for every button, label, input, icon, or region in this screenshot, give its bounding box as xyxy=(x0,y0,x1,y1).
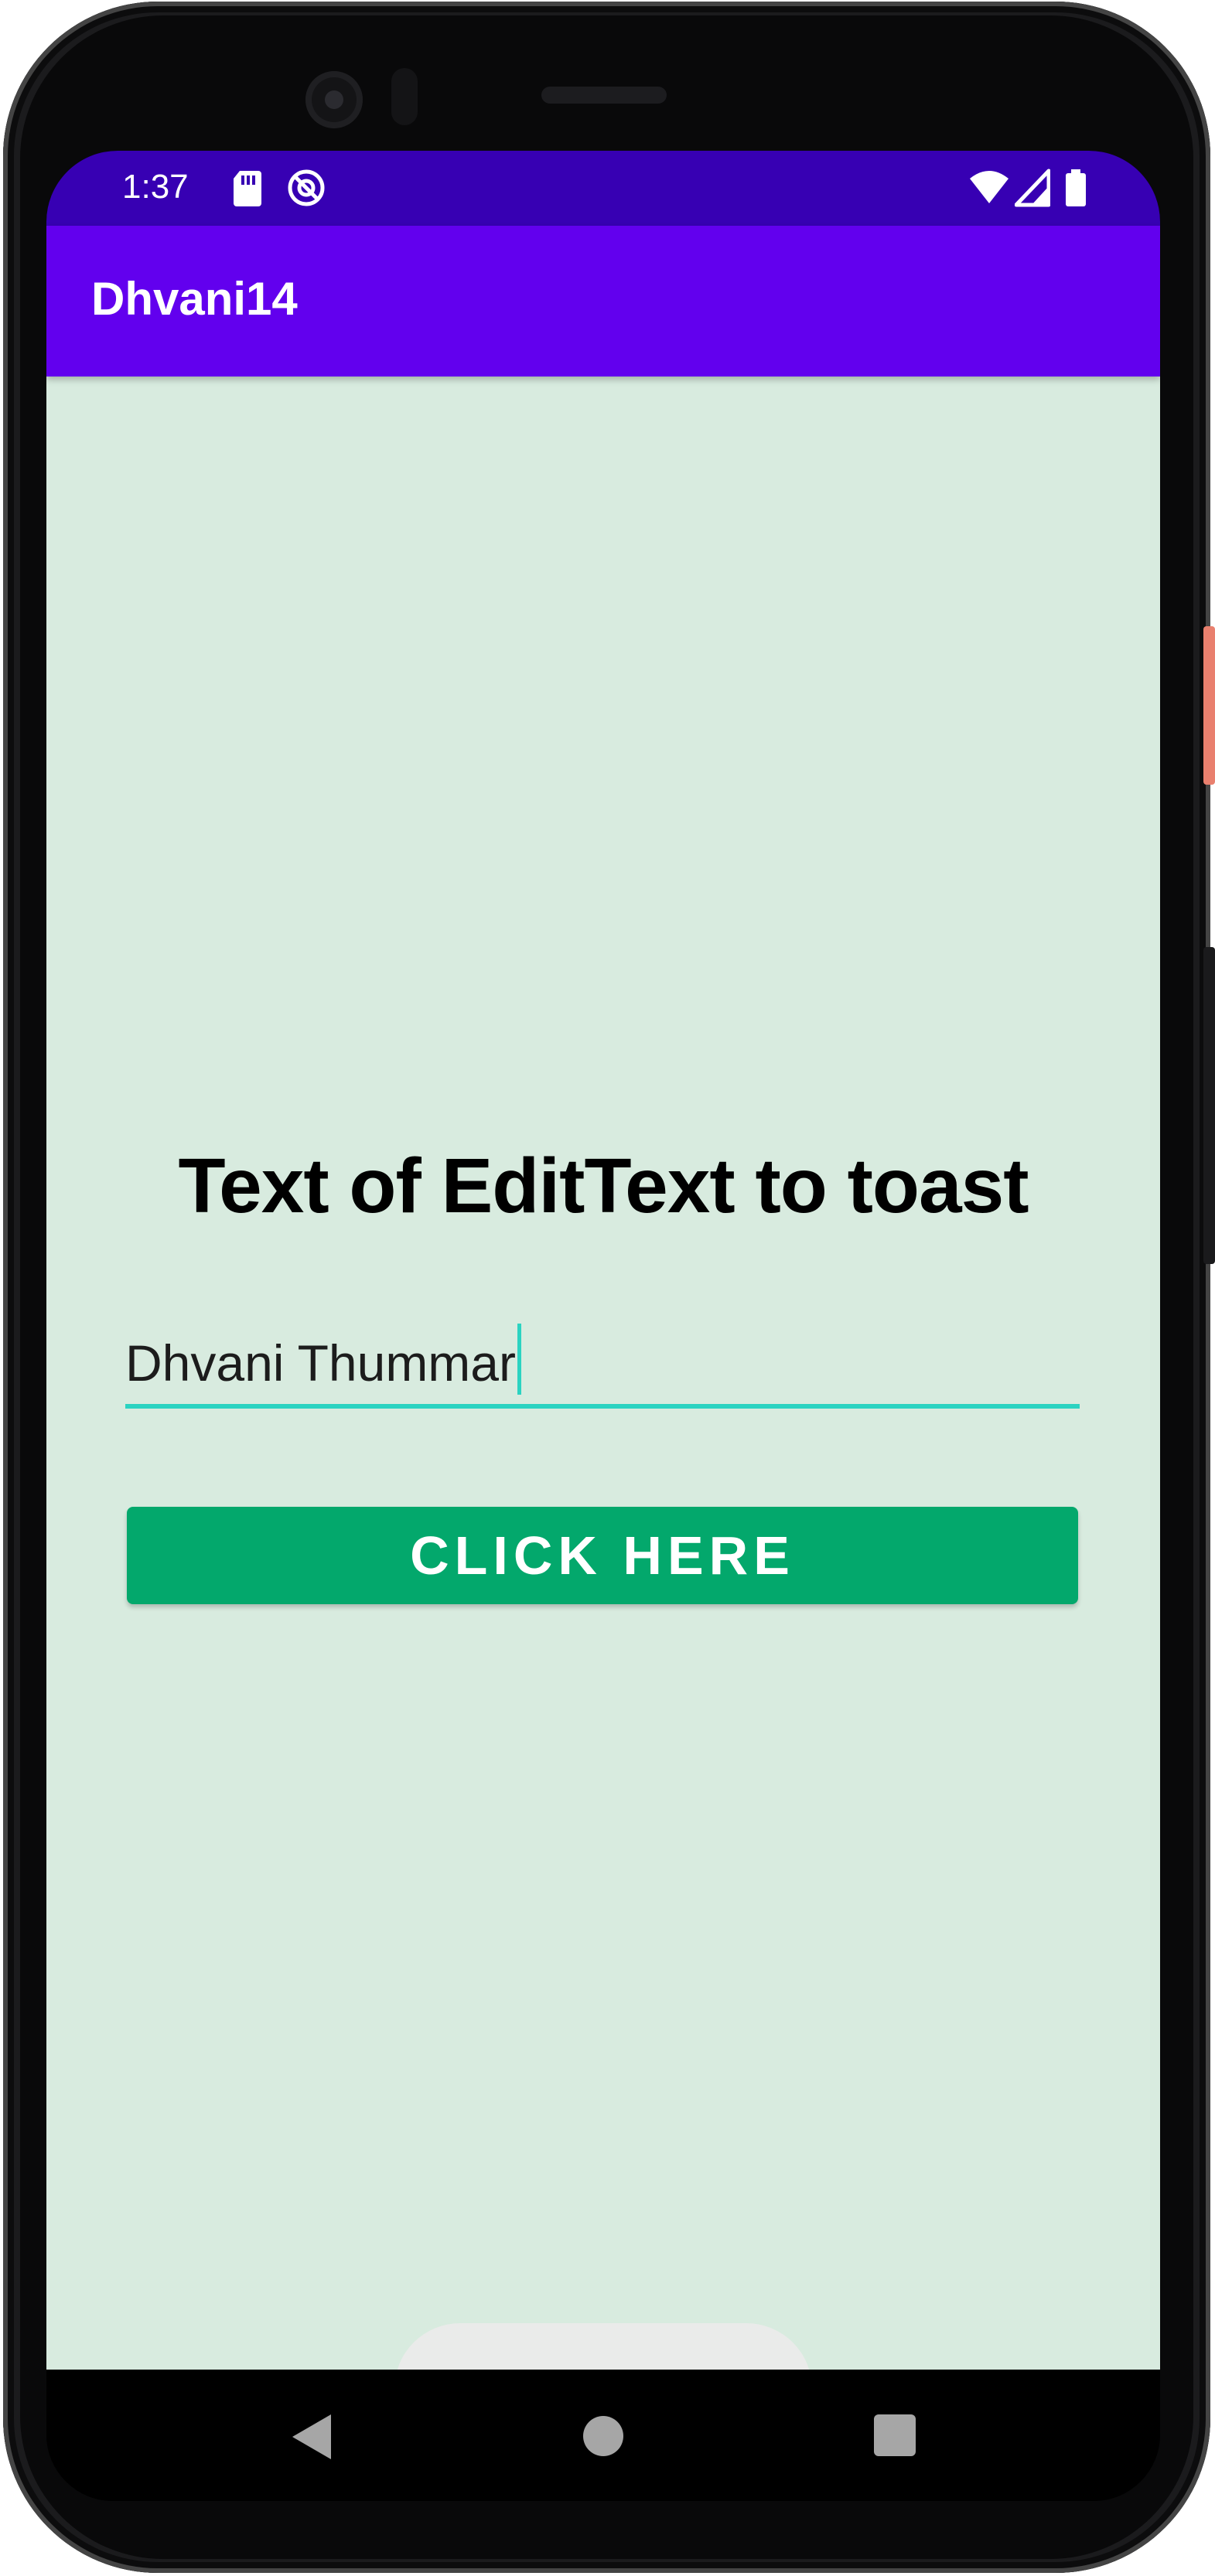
name-edit-text[interactable]: Dhvani Thummar xyxy=(125,1316,1080,1409)
sd-card-icon xyxy=(234,171,261,206)
battery-icon xyxy=(1066,169,1086,206)
proximity-sensor xyxy=(391,68,418,125)
status-bar: 1:37 xyxy=(46,151,1160,226)
app-title: Dhvani14 xyxy=(91,273,298,325)
main-content: Text of EditText to toast Dhvani Thummar… xyxy=(46,377,1160,2455)
home-icon[interactable] xyxy=(583,2416,623,2456)
navigation-bar xyxy=(46,2370,1160,2501)
cellular-signal-icon xyxy=(1015,169,1050,207)
edit-text-value[interactable]: Dhvani Thummar xyxy=(125,1324,521,1395)
app-bar: Dhvani14 xyxy=(46,226,1160,377)
page-heading: Text of EditText to toast xyxy=(178,1143,1029,1229)
back-icon[interactable] xyxy=(292,2414,331,2459)
at-sign-icon xyxy=(288,169,325,206)
recents-icon[interactable] xyxy=(874,2414,916,2456)
wifi-icon xyxy=(970,171,1009,203)
status-time: 1:37 xyxy=(122,168,189,206)
volume-button xyxy=(1203,947,1215,1264)
earpiece-speaker xyxy=(541,87,667,104)
text-cursor xyxy=(517,1324,521,1395)
device-screen: 1:37 Dhvani14 Text of EditText to toast xyxy=(46,151,1160,2501)
click-here-button[interactable]: CLICK HERE xyxy=(127,1507,1078,1604)
power-button xyxy=(1203,626,1215,785)
front-camera xyxy=(305,71,363,128)
